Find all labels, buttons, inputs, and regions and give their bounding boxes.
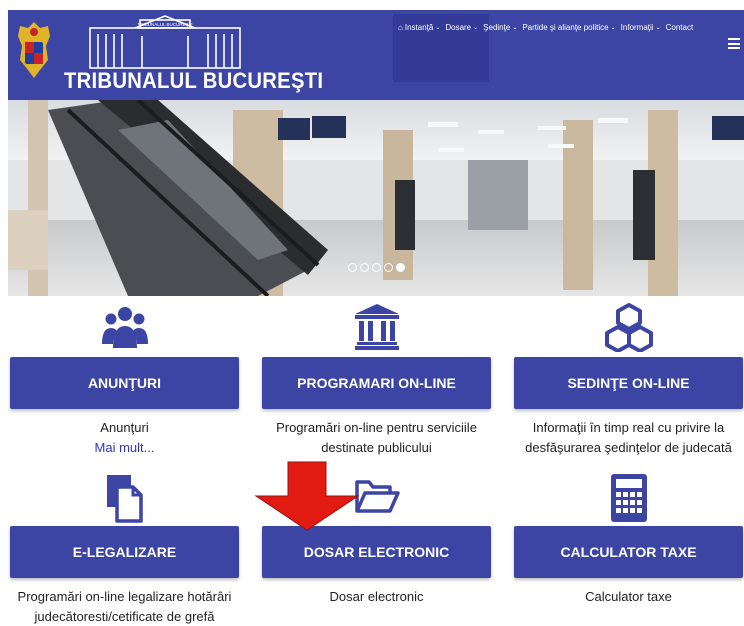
carousel-dot[interactable]: [348, 263, 357, 272]
nav-label: Contact: [665, 23, 694, 32]
mai-mult-link[interactable]: Mai mult...: [0, 438, 249, 458]
e-legalizare-description: Programări on-line legalizare hotărâri j…: [17, 589, 232, 624]
nav-item-instanta[interactable]: ⌂ Instanţă ⌄: [398, 23, 440, 32]
nav-label: Partide şi alianţe politice: [522, 23, 609, 32]
nav-item-dosare[interactable]: Dosare ⌄: [445, 23, 478, 32]
chevron-down-icon: ⌄: [512, 25, 518, 31]
nav-label: Instanţă: [404, 23, 434, 32]
cubes-icon: [604, 303, 653, 352]
chevron-down-icon: ⌄: [435, 25, 441, 31]
carousel-dot[interactable]: [360, 263, 369, 272]
dosar-electronic-description: Dosar electronic: [329, 589, 424, 604]
e-legalizare-button[interactable]: E-LEGALIZARE: [10, 526, 239, 578]
sedinte-description: Informaţii în timp real cu privire la de…: [525, 420, 732, 455]
programari-online-button[interactable]: PROGRAMARI ON-LINE: [262, 357, 491, 409]
bank-icon: [354, 304, 399, 350]
chevron-down-icon: ⌄: [655, 25, 661, 31]
main-nav: ⌂ Instanţă ⌄ Dosare ⌄ Şedinţe ⌄ Partide …: [398, 23, 693, 32]
nav-item-sedinte[interactable]: Şedinţe ⌄: [483, 23, 517, 32]
sedinte-online-button[interactable]: SEDINŢE ON-LINE: [514, 357, 743, 409]
nav-item-informatii[interactable]: Informaţii ⌄: [621, 23, 661, 32]
site-header: TRIBUNALUL BUCUREŞTI TRIBUNALUL BUCUREŞT…: [8, 10, 744, 100]
nav-item-contact[interactable]: Contact: [666, 23, 694, 32]
document-icon: [106, 475, 143, 523]
red-arrow-icon: [254, 461, 360, 531]
chevron-down-icon: ⌄: [473, 25, 479, 31]
carousel-dot[interactable]: [372, 263, 381, 272]
nav-label: Informaţii: [620, 23, 654, 32]
calculator-taxe-description: Calculator taxe: [585, 589, 672, 604]
anunturi-description: Anunţuri: [100, 420, 149, 435]
calculator-taxe-button[interactable]: CALCULATOR TAXE: [514, 526, 743, 578]
hero-carousel: [8, 100, 744, 296]
dosar-electronic-button[interactable]: DOSAR ELECTRONIC: [262, 526, 491, 578]
menu-toggle-icon[interactable]: [728, 38, 740, 49]
building-sign: TRIBUNALUL BUCUREŞTI: [137, 22, 192, 27]
nav-label: Şedinţe: [483, 23, 511, 32]
building-logo-icon: TRIBUNALUL BUCUREŞTI: [89, 15, 241, 69]
users-icon: [101, 307, 148, 348]
site-brand[interactable]: TRIBUNALUL BUCUREŞTI: [64, 68, 323, 94]
calculator-icon: [610, 474, 647, 522]
carousel-dots: [348, 263, 405, 272]
anunturi-button[interactable]: ANUNŢURI: [10, 357, 239, 409]
carousel-dot-active[interactable]: [396, 263, 405, 272]
chevron-down-icon: ⌄: [610, 25, 616, 31]
programari-description: Programări on-line pentru serviciile des…: [276, 420, 477, 455]
home-icon: ⌂: [398, 23, 403, 32]
card-description: Anunţuri Mai mult...: [0, 418, 249, 458]
coat-of-arms-icon: [18, 22, 50, 78]
nav-label: Dosare: [445, 23, 472, 32]
nav-item-partide[interactable]: Partide şi alianţe politice ⌄: [522, 23, 615, 32]
carousel-dot[interactable]: [384, 263, 393, 272]
